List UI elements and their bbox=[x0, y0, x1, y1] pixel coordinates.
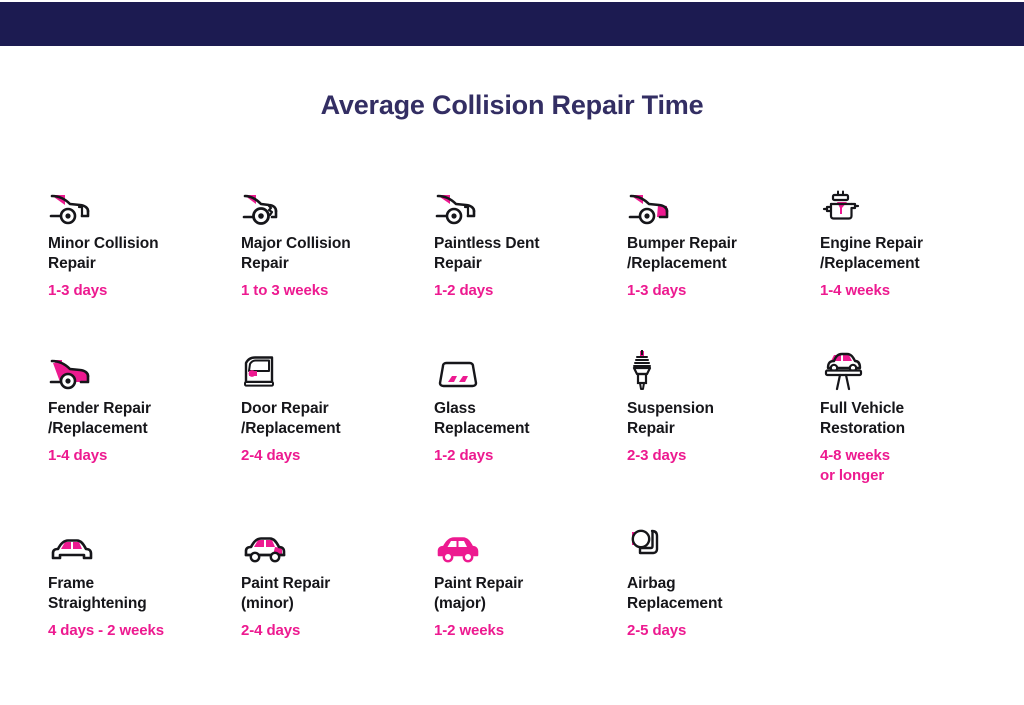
repair-item-label: Minor Collision Repair bbox=[48, 235, 159, 273]
car-dent-icon bbox=[434, 180, 627, 226]
repair-item-duration: 1-4 weeks bbox=[820, 281, 890, 299]
repair-item-duration: 1-3 days bbox=[48, 281, 108, 299]
windshield-icon bbox=[434, 345, 627, 391]
repair-item-duration: 1-3 days bbox=[627, 281, 687, 299]
repair-item-paint-major: Paint Repair (major) 1-2 weeks bbox=[434, 520, 627, 641]
airbag-seat-icon bbox=[627, 520, 820, 566]
repair-item-frame-straightening: Frame Straightening 4 days - 2 weeks bbox=[48, 520, 241, 641]
car-paint-major-icon bbox=[434, 520, 627, 566]
repair-item-duration: 2-4 days bbox=[241, 621, 301, 639]
repair-item-label: Door Repair /Replacement bbox=[241, 400, 341, 438]
repair-item-label: Suspension Repair bbox=[627, 400, 714, 438]
repair-item-duration: 2-4 days bbox=[241, 446, 301, 464]
repair-item-duration: 4-8 weeks or longer bbox=[820, 446, 890, 484]
repair-item-duration: 4 days - 2 weeks bbox=[48, 621, 164, 639]
grid-row: Fender Repair /Replacement 1-4 days Door… bbox=[48, 345, 988, 520]
repair-item-airbag: Airbag Replacement 2-5 days bbox=[627, 520, 820, 641]
car-paint-minor-icon bbox=[241, 520, 434, 566]
repair-item-label: Fender Repair /Replacement bbox=[48, 400, 151, 438]
car-frame-icon bbox=[48, 520, 241, 566]
repair-item-label: Engine Repair /Replacement bbox=[820, 235, 923, 273]
repair-item-label: Glass Replacement bbox=[434, 400, 530, 438]
repair-item-label: Airbag Replacement bbox=[627, 575, 723, 613]
repair-item-duration: 1-4 days bbox=[48, 446, 108, 464]
car-on-lift-icon bbox=[820, 345, 1013, 391]
repair-item-suspension: Suspension Repair 2-3 days bbox=[627, 345, 820, 466]
repair-item-glass: Glass Replacement 1-2 days bbox=[434, 345, 627, 466]
repair-item-label: Paintless Dent Repair bbox=[434, 235, 540, 273]
repair-item-door: Door Repair /Replacement 2-4 days bbox=[241, 345, 434, 466]
repair-item-major-collision: Major Collision Repair 1 to 3 weeks bbox=[241, 180, 434, 301]
repair-item-fender: Fender Repair /Replacement 1-4 days bbox=[48, 345, 241, 466]
repair-item-label: Bumper Repair /Replacement bbox=[627, 235, 737, 273]
engine-block-icon bbox=[820, 180, 1013, 226]
repair-item-paint-minor: Paint Repair (minor) 2-4 days bbox=[241, 520, 434, 641]
repair-item-full-restoration: Full Vehicle Restoration 4-8 weeks or lo… bbox=[820, 345, 1013, 486]
repair-item-label: Paint Repair (minor) bbox=[241, 575, 331, 613]
repair-item-label: Paint Repair (major) bbox=[434, 575, 524, 613]
repair-item-duration: 2-3 days bbox=[627, 446, 687, 464]
repair-item-duration: 1-2 days bbox=[434, 281, 494, 299]
repair-item-label: Full Vehicle Restoration bbox=[820, 400, 906, 438]
car-bumper-icon bbox=[627, 180, 820, 226]
repair-item-minor-collision: Minor Collision Repair 1-3 days bbox=[48, 180, 241, 301]
shock-absorber-icon bbox=[627, 345, 820, 391]
car-door-icon bbox=[241, 345, 434, 391]
repair-item-label: Major Collision Repair bbox=[241, 235, 351, 273]
repair-time-grid: Minor Collision Repair 1-3 days Major Co… bbox=[48, 180, 988, 640]
repair-item-duration: 1-2 days bbox=[434, 446, 494, 464]
repair-item-bumper: Bumper Repair /Replacement 1-3 days bbox=[627, 180, 820, 301]
page-title: Average Collision Repair Time bbox=[320, 90, 704, 120]
repair-item-engine: Engine Repair /Replacement 1-4 weeks bbox=[820, 180, 1013, 301]
grid-row: Minor Collision Repair 1-3 days Major Co… bbox=[48, 180, 988, 345]
car-front-damage-icon bbox=[48, 180, 241, 226]
repair-item-label: Frame Straightening bbox=[48, 575, 147, 613]
repair-item-duration: 1 to 3 weeks bbox=[241, 281, 329, 299]
car-fender-icon bbox=[48, 345, 241, 391]
top-header-bar bbox=[0, 2, 1024, 46]
repair-item-paintless-dent: Paintless Dent Repair 1-2 days bbox=[434, 180, 627, 301]
car-front-crushed-icon bbox=[241, 180, 434, 226]
repair-item-duration: 2-5 days bbox=[627, 621, 687, 639]
grid-row: Frame Straightening 4 days - 2 weeks Pai… bbox=[48, 520, 988, 640]
repair-item-duration: 1-2 weeks bbox=[434, 621, 504, 639]
